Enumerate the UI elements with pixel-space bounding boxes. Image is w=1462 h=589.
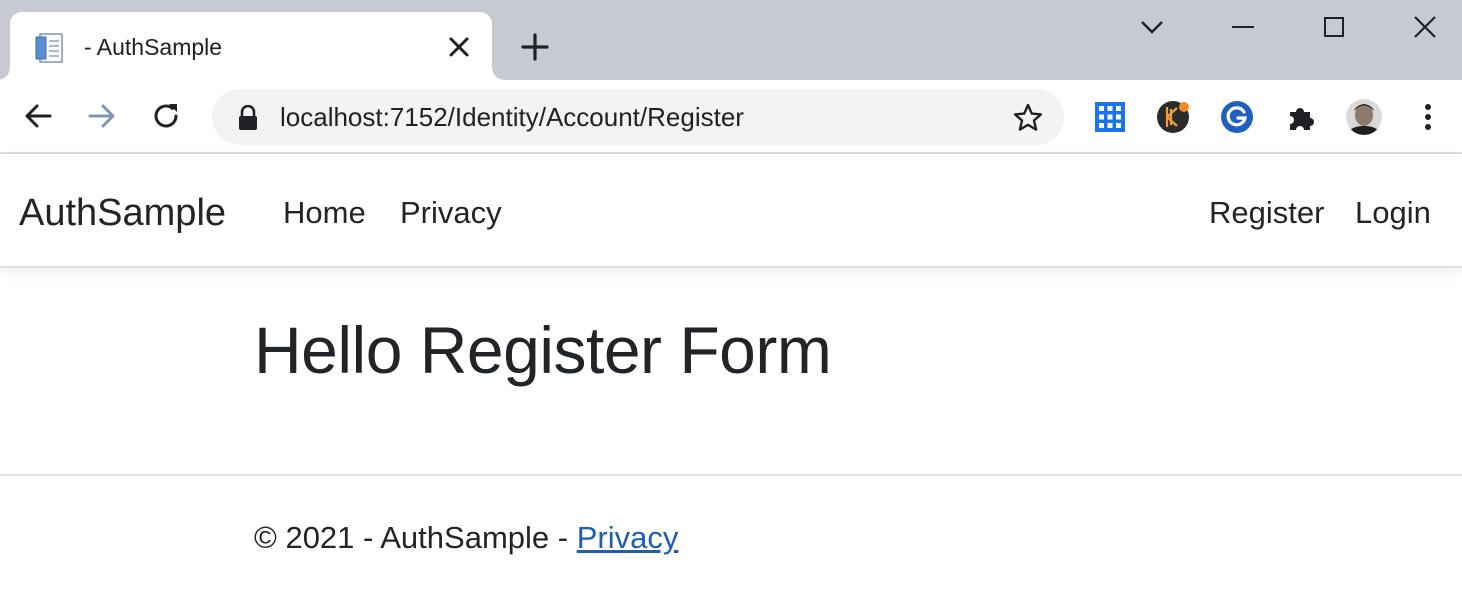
nav-link-login[interactable]: Login (1355, 195, 1431, 231)
apps-grid-icon[interactable] (1091, 98, 1129, 136)
tab-close-icon[interactable] (446, 34, 472, 60)
forward-arrow-icon[interactable] (82, 96, 122, 136)
footer-divider (0, 474, 1462, 476)
nav-link-privacy[interactable]: Privacy (400, 195, 502, 231)
extensions-puzzle-icon[interactable] (1282, 98, 1320, 136)
address-bar[interactable]: localhost:7152/Identity/Account/Register (212, 89, 1064, 145)
browser-toolbar: localhost:7152/Identity/Account/Register (0, 80, 1462, 154)
site-footer: © 2021 - AuthSample - Privacy (254, 520, 678, 556)
browser-tabstrip: - AuthSample (0, 0, 1462, 80)
footer-copyright: © 2021 - AuthSample - (254, 520, 577, 555)
maximize-icon[interactable] (1289, 0, 1379, 54)
tab-search-chevron-down-icon[interactable] (1107, 0, 1197, 54)
back-arrow-icon[interactable] (18, 96, 58, 136)
profile-avatar[interactable] (1345, 98, 1383, 136)
url-text[interactable]: localhost:7152/Identity/Account/Register (280, 102, 744, 133)
bookmark-star-icon[interactable] (1012, 102, 1044, 134)
browser-menu-kebab-icon[interactable] (1409, 98, 1447, 136)
nav-link-register[interactable]: Register (1209, 195, 1324, 231)
nav-link-home[interactable]: Home (283, 195, 366, 231)
minimize-icon[interactable] (1198, 0, 1288, 54)
reload-icon[interactable] (146, 96, 186, 136)
navbar-brand[interactable]: AuthSample (19, 192, 226, 235)
page-title: Hello Register Form (254, 313, 832, 387)
close-window-icon[interactable] (1380, 0, 1462, 54)
footer-privacy-link[interactable]: Privacy (577, 520, 679, 555)
grammarly-extension-icon[interactable] (1218, 98, 1256, 136)
keeper-extension-icon[interactable] (1154, 98, 1192, 136)
new-tab-plus-icon[interactable] (518, 30, 552, 64)
site-navbar: AuthSample Home Privacy Register Login (0, 156, 1462, 268)
browser-tab[interactable]: - AuthSample (0, 12, 504, 80)
tab-title: - AuthSample (84, 34, 223, 60)
lock-icon[interactable] (236, 104, 260, 131)
page-favicon-icon (34, 31, 68, 65)
